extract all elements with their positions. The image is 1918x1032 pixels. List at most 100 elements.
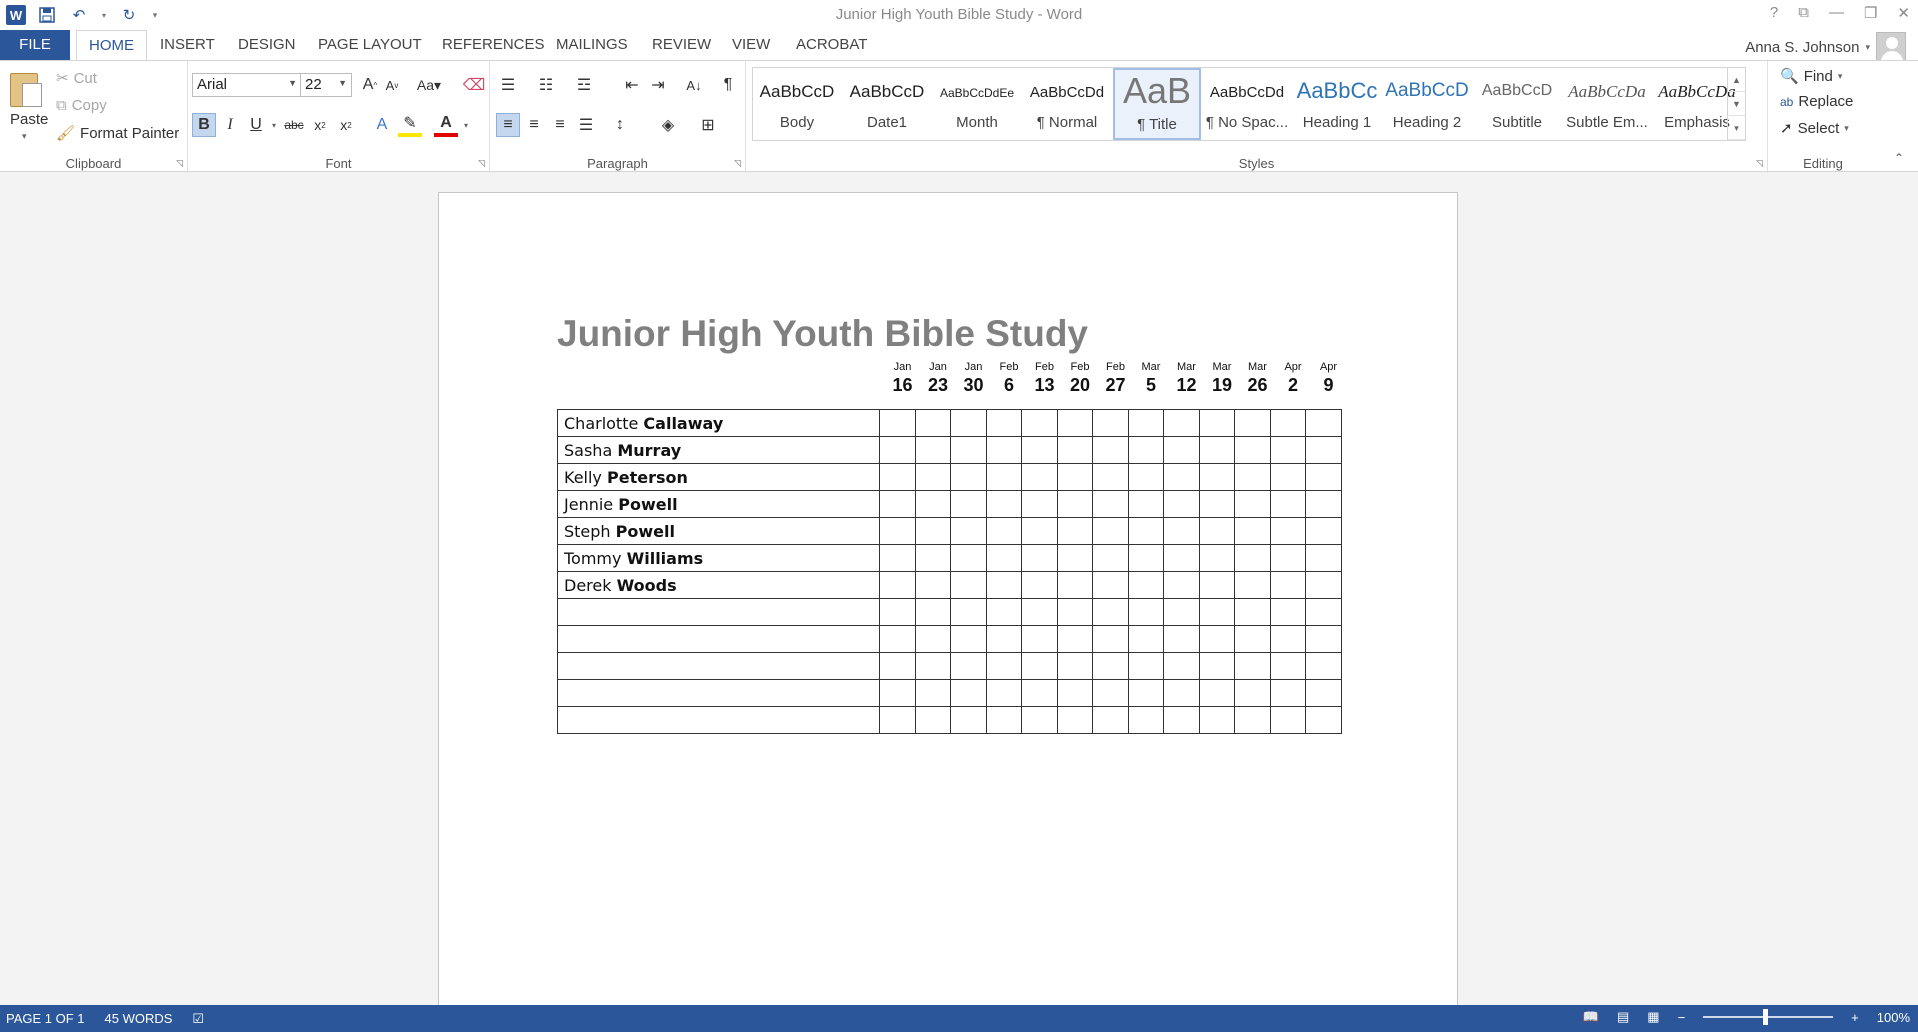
attendance-cell[interactable] bbox=[1163, 517, 1200, 545]
font-color-dropdown-icon[interactable]: ▾ bbox=[454, 113, 478, 137]
attendance-cell[interactable] bbox=[1092, 625, 1129, 653]
attendance-cell[interactable] bbox=[1127, 436, 1164, 464]
zoom-level[interactable]: 100% bbox=[1877, 1010, 1910, 1025]
attendance-cell[interactable] bbox=[1234, 679, 1271, 707]
chevron-down-icon[interactable]: ▾ bbox=[1865, 42, 1870, 53]
attendance-cell[interactable] bbox=[1269, 463, 1306, 491]
student-name-cell[interactable]: Tommy Williams bbox=[557, 544, 880, 572]
attendance-cell[interactable] bbox=[1163, 598, 1200, 626]
attendance-cell[interactable] bbox=[914, 517, 951, 545]
student-name-cell[interactable] bbox=[557, 652, 880, 680]
tab-file[interactable]: FILE bbox=[0, 30, 70, 60]
zoom-slider-thumb[interactable] bbox=[1763, 1009, 1769, 1025]
line-spacing-icon[interactable]: ↕ bbox=[608, 113, 632, 137]
paste-icon[interactable] bbox=[10, 69, 44, 109]
proofing-icon[interactable]: ☑ bbox=[192, 1011, 204, 1027]
attendance-cell[interactable] bbox=[1305, 517, 1342, 545]
attendance-cell[interactable] bbox=[1021, 409, 1058, 437]
attendance-cell[interactable] bbox=[1021, 544, 1058, 572]
attendance-cell[interactable] bbox=[950, 706, 987, 734]
style-subtle-emphasis[interactable]: AaBbCcDa Subtle Em... bbox=[1563, 68, 1651, 140]
attendance-cell[interactable] bbox=[1198, 598, 1235, 626]
attendance-cell[interactable] bbox=[1234, 463, 1271, 491]
style-heading-1[interactable]: AaBbCc Heading 1 bbox=[1293, 68, 1381, 140]
attendance-cell[interactable] bbox=[1163, 463, 1200, 491]
attendance-cell[interactable] bbox=[1092, 652, 1129, 680]
attendance-cell[interactable] bbox=[1092, 517, 1129, 545]
style-heading-2[interactable]: AaBbCcD Heading 2 bbox=[1383, 68, 1471, 140]
student-name-cell[interactable]: Jennie Powell bbox=[557, 490, 880, 518]
bullets-icon[interactable]: ☰ bbox=[496, 73, 520, 97]
print-layout-icon[interactable]: ▤ bbox=[1617, 1009, 1629, 1025]
attendance-cell[interactable] bbox=[1056, 571, 1093, 599]
attendance-cell[interactable] bbox=[1234, 409, 1271, 437]
tab-view[interactable]: VIEW bbox=[720, 30, 782, 60]
subscript-icon[interactable]: x2 bbox=[308, 113, 332, 137]
attendance-cell[interactable] bbox=[950, 571, 987, 599]
attendance-cell[interactable] bbox=[1198, 463, 1235, 491]
student-name-cell[interactable] bbox=[557, 598, 880, 626]
attendance-cell[interactable] bbox=[879, 571, 916, 599]
attendance-table[interactable]: Charlotte Callaway Sasha Murray Kelly Pete… bbox=[557, 409, 1342, 734]
attendance-cell[interactable] bbox=[1056, 544, 1093, 572]
attendance-cell[interactable] bbox=[1234, 706, 1271, 734]
tab-review[interactable]: REVIEW bbox=[640, 30, 723, 60]
zoom-slider[interactable] bbox=[1703, 1009, 1834, 1025]
attendance-cell[interactable] bbox=[1056, 625, 1093, 653]
more-styles-icon[interactable]: ▾ bbox=[1728, 116, 1745, 140]
style-month[interactable]: AaBbCcDdEe Month bbox=[933, 68, 1021, 140]
styles-launcher-icon[interactable]: ◹ bbox=[1756, 158, 1763, 169]
web-layout-icon[interactable]: ▦ bbox=[1647, 1009, 1659, 1025]
student-name-cell[interactable]: Sasha Murray bbox=[557, 436, 880, 464]
attendance-cell[interactable] bbox=[950, 679, 987, 707]
attendance-cell[interactable] bbox=[879, 490, 916, 518]
align-left-icon[interactable]: ≡ bbox=[496, 113, 520, 137]
attendance-cell[interactable] bbox=[1127, 652, 1164, 680]
attendance-cell[interactable] bbox=[1127, 544, 1164, 572]
format-painter-button[interactable]: 🖌 Format Painter bbox=[56, 124, 179, 143]
restore-icon[interactable]: ❐ bbox=[1864, 4, 1877, 22]
attendance-cell[interactable] bbox=[985, 706, 1022, 734]
attendance-cell[interactable] bbox=[879, 706, 916, 734]
attendance-cell[interactable] bbox=[1127, 463, 1164, 491]
replace-button[interactable]: ab Replace bbox=[1780, 93, 1853, 110]
attendance-cell[interactable] bbox=[1021, 652, 1058, 680]
attendance-cell[interactable] bbox=[914, 679, 951, 707]
tab-references[interactable]: REFERENCES bbox=[430, 30, 557, 60]
italic-icon[interactable]: I bbox=[218, 113, 242, 137]
sort-icon[interactable]: A↓ bbox=[682, 73, 706, 97]
style-subtitle[interactable]: AaBbCcD Subtitle bbox=[1473, 68, 1561, 140]
font-launcher-icon[interactable]: ◹ bbox=[478, 158, 485, 169]
attendance-cell[interactable] bbox=[950, 409, 987, 437]
attendance-cell[interactable] bbox=[1198, 652, 1235, 680]
attendance-cell[interactable] bbox=[985, 544, 1022, 572]
attendance-cell[interactable] bbox=[1127, 517, 1164, 545]
attendance-cell[interactable] bbox=[1198, 706, 1235, 734]
attendance-cell[interactable] bbox=[1021, 571, 1058, 599]
student-name-cell[interactable] bbox=[557, 679, 880, 707]
attendance-cell[interactable] bbox=[950, 598, 987, 626]
student-name-cell[interactable] bbox=[557, 706, 880, 734]
attendance-cell[interactable] bbox=[1056, 679, 1093, 707]
attendance-cell[interactable] bbox=[1056, 517, 1093, 545]
user-account[interactable]: Anna S. Johnson ▾ bbox=[1745, 32, 1906, 62]
attendance-cell[interactable] bbox=[1163, 571, 1200, 599]
attendance-cell[interactable] bbox=[1127, 598, 1164, 626]
attendance-cell[interactable] bbox=[1305, 544, 1342, 572]
attendance-cell[interactable] bbox=[1127, 625, 1164, 653]
attendance-cell[interactable] bbox=[879, 625, 916, 653]
attendance-cell[interactable] bbox=[1305, 652, 1342, 680]
multilevel-list-icon[interactable]: ☲ bbox=[572, 73, 596, 97]
copy-button[interactable]: ⧉ Copy bbox=[56, 97, 107, 114]
document-area[interactable]: Junior High Youth Bible Study Jan 16 Jan 23… bbox=[0, 173, 1918, 1012]
justify-icon[interactable]: ☰ bbox=[574, 113, 598, 137]
attendance-cell[interactable] bbox=[1305, 679, 1342, 707]
shading-icon[interactable]: ◈ bbox=[656, 113, 680, 137]
attendance-cell[interactable] bbox=[879, 409, 916, 437]
zoom-out-icon[interactable]: − bbox=[1678, 1010, 1686, 1025]
tab-design[interactable]: DESIGN bbox=[226, 30, 308, 60]
attendance-cell[interactable] bbox=[1198, 544, 1235, 572]
attendance-cell[interactable] bbox=[1269, 706, 1306, 734]
attendance-cell[interactable] bbox=[1234, 652, 1271, 680]
attendance-cell[interactable] bbox=[1269, 490, 1306, 518]
